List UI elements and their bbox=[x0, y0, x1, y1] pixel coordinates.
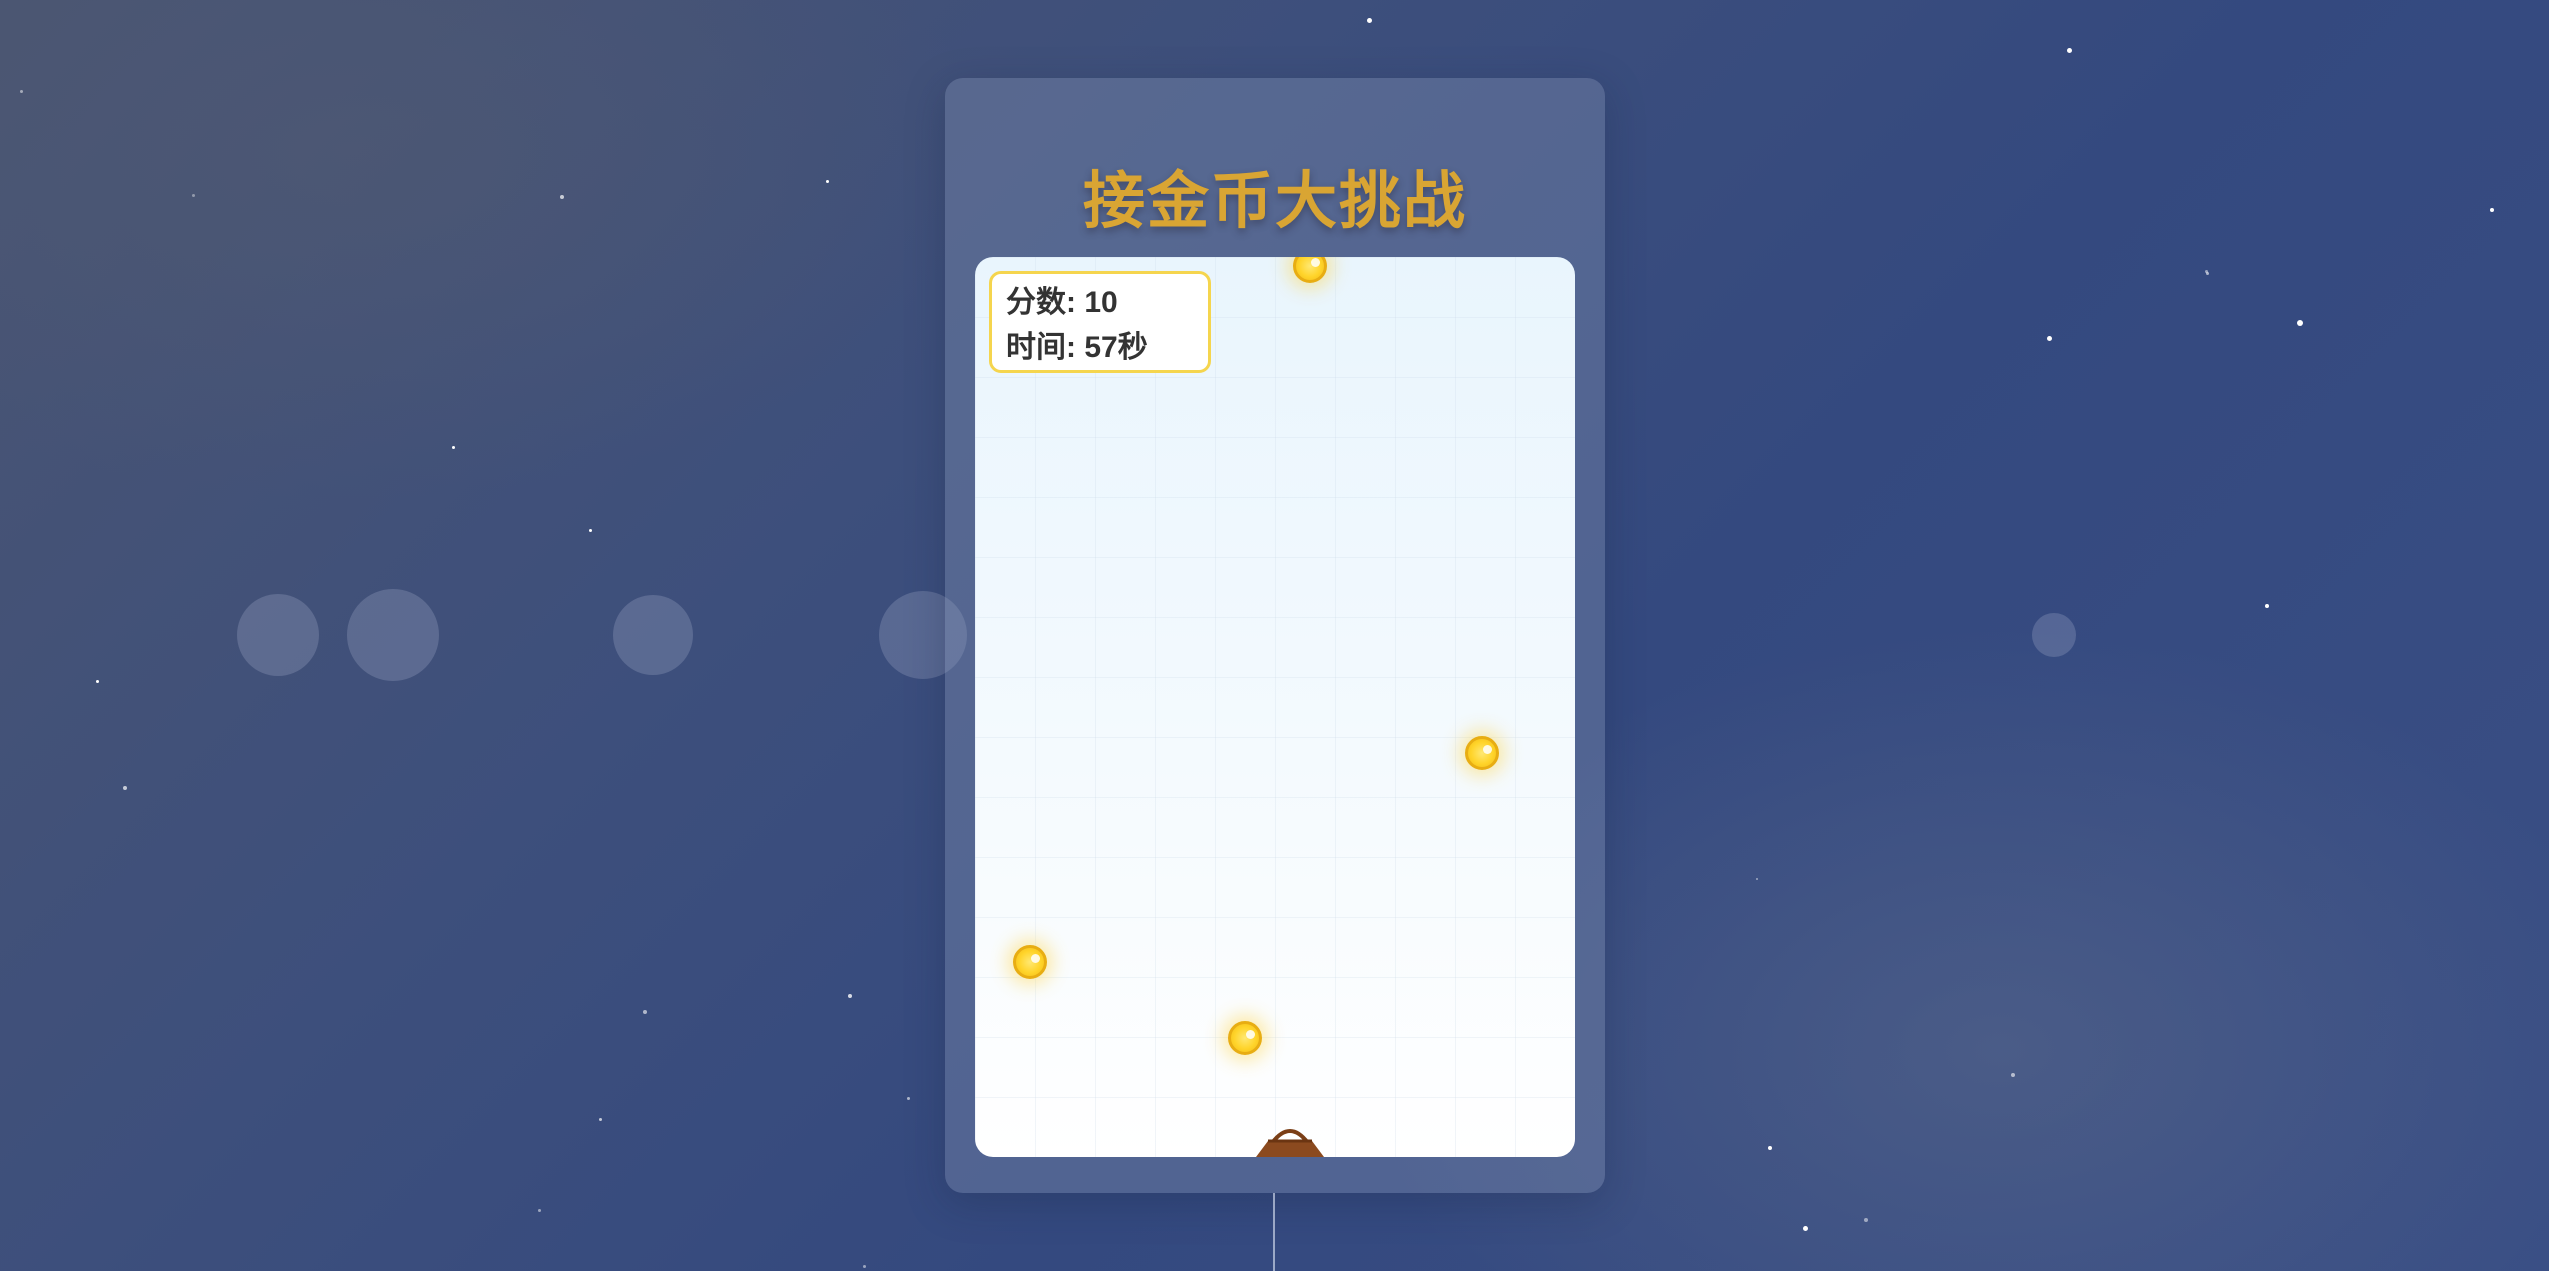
coin-icon bbox=[1465, 736, 1499, 770]
coin-icon bbox=[1293, 257, 1327, 283]
star bbox=[2297, 320, 2303, 326]
center-divider bbox=[1273, 1193, 1275, 1271]
score-text: 分数: 10 bbox=[1006, 286, 1118, 319]
bubble bbox=[613, 595, 693, 675]
star bbox=[826, 180, 829, 183]
star bbox=[2265, 604, 2269, 608]
coin-icon bbox=[1013, 945, 1047, 979]
star bbox=[643, 1010, 647, 1014]
star bbox=[538, 1209, 541, 1212]
coin-icon bbox=[1228, 1021, 1262, 1055]
score-panel: 分数: 10 时间: 57秒 bbox=[989, 271, 1211, 373]
bubble bbox=[237, 594, 319, 676]
star bbox=[599, 1118, 602, 1121]
star bbox=[20, 90, 23, 93]
star bbox=[1803, 1226, 1808, 1231]
star bbox=[589, 529, 592, 532]
star bbox=[848, 994, 852, 998]
game-area[interactable]: 分数: 10 时间: 57秒 bbox=[975, 257, 1575, 1157]
star bbox=[1756, 878, 1758, 880]
star bbox=[2067, 48, 2072, 53]
star bbox=[2490, 208, 2494, 212]
star bbox=[2047, 336, 2052, 341]
game-title: 接金币大挑战 bbox=[1082, 164, 1467, 237]
star bbox=[123, 786, 127, 790]
star bbox=[192, 194, 195, 197]
star bbox=[1864, 1218, 1868, 1222]
star bbox=[452, 446, 455, 449]
star bbox=[1768, 1146, 1772, 1150]
time-text: 时间: 57秒 bbox=[1006, 331, 1148, 364]
bubble bbox=[2032, 613, 2076, 657]
star bbox=[863, 1265, 866, 1268]
bubble bbox=[347, 589, 439, 681]
basket-icon[interactable] bbox=[1250, 1123, 1330, 1157]
star bbox=[2205, 270, 2208, 273]
star bbox=[96, 680, 99, 683]
star bbox=[2011, 1073, 2015, 1077]
star bbox=[560, 195, 564, 199]
star bbox=[907, 1097, 910, 1100]
star bbox=[1367, 18, 1372, 23]
